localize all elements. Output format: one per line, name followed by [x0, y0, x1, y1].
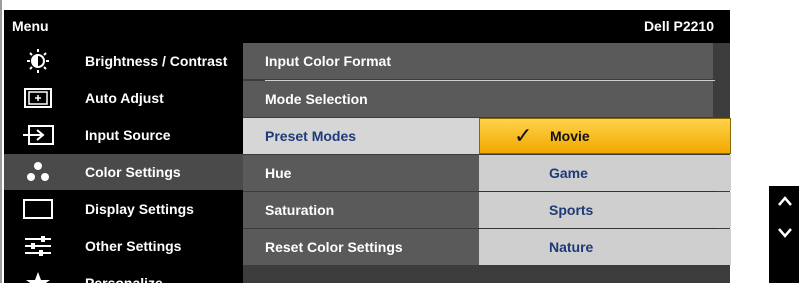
input-source-icon: [20, 123, 56, 147]
menu-panel: Brightness / Contrast Auto Adjust Input …: [4, 43, 731, 294]
sidebar-item-color-settings[interactable]: Color Settings: [4, 154, 243, 190]
preset-option-movie[interactable]: ✓ Movie: [479, 118, 731, 154]
color-settings-submenu: Input Color Format Mode Selection Preset…: [243, 43, 731, 283]
submenu-item-label: Hue: [265, 165, 292, 181]
submenu-item-preset-modes[interactable]: Preset Modes: [243, 118, 479, 154]
submenu-item-label: Preset Modes: [265, 128, 357, 144]
personalize-icon: [20, 271, 56, 295]
chevron-up-icon[interactable]: [777, 194, 793, 210]
sidebar-item-label: Brightness / Contrast: [85, 53, 228, 69]
checkmark-icon: ✓: [514, 123, 533, 148]
menu-header: Menu Dell P2210: [4, 10, 730, 43]
auto-adjust-icon: [20, 86, 56, 110]
sidebar-item-auto-adjust[interactable]: Auto Adjust: [4, 80, 243, 116]
preset-option-label: Movie: [550, 128, 590, 144]
preset-option-label: Sports: [549, 202, 594, 218]
sidebar-item-label: Other Settings: [85, 238, 182, 254]
sidebar-item-label: Input Source: [85, 127, 171, 143]
submenu-item-label: Reset Color Settings: [265, 239, 403, 255]
sidebar-item-brightness-contrast[interactable]: Brightness / Contrast: [4, 43, 243, 79]
preset-option-game[interactable]: Game: [479, 155, 731, 191]
osd-frame: Menu Dell P2210 Brightness / Contrast Au…: [0, 0, 731, 294]
sidebar-item-personalize[interactable]: Personalize: [4, 265, 243, 301]
submenu-item-mode-selection[interactable]: Mode Selection: [243, 81, 713, 117]
submenu-item-saturation[interactable]: Saturation: [243, 192, 479, 228]
preset-option-label: Nature: [549, 239, 594, 255]
sidebar-item-label: Display Settings: [85, 201, 194, 217]
sidebar-item-display-settings[interactable]: Display Settings: [4, 191, 243, 227]
submenu-item-label: Saturation: [265, 202, 335, 218]
color-settings-icon: [20, 160, 56, 184]
menu-title: Menu: [12, 18, 49, 34]
sidebar: Brightness / Contrast Auto Adjust Input …: [4, 43, 243, 294]
preset-option-nature[interactable]: Nature: [479, 229, 731, 265]
brightness-icon: [20, 49, 56, 73]
submenu-item-label: Input Color Format: [265, 53, 391, 69]
preset-option-label: Game: [549, 165, 588, 181]
sidebar-item-label: Color Settings: [85, 164, 181, 180]
sidebar-item-label: Personalize: [85, 275, 163, 291]
chevron-down-icon[interactable]: [777, 226, 793, 242]
submenu-item-input-color-format[interactable]: Input Color Format: [243, 43, 713, 79]
sidebar-item-label: Auto Adjust: [85, 90, 164, 106]
model-name: Dell P2210: [643, 18, 714, 34]
sidebar-item-input-source[interactable]: Input Source: [4, 117, 243, 153]
submenu-item-label: Mode Selection: [265, 91, 368, 107]
sidebar-item-other-settings[interactable]: Other Settings: [4, 228, 243, 264]
submenu-item-reset-color-settings[interactable]: Reset Color Settings: [243, 229, 479, 265]
display-settings-icon: [20, 197, 56, 221]
submenu-item-hue[interactable]: Hue: [243, 155, 479, 191]
navigation-buttons: [769, 186, 799, 283]
preset-option-sports[interactable]: Sports: [479, 192, 731, 228]
other-settings-icon: [20, 234, 56, 258]
